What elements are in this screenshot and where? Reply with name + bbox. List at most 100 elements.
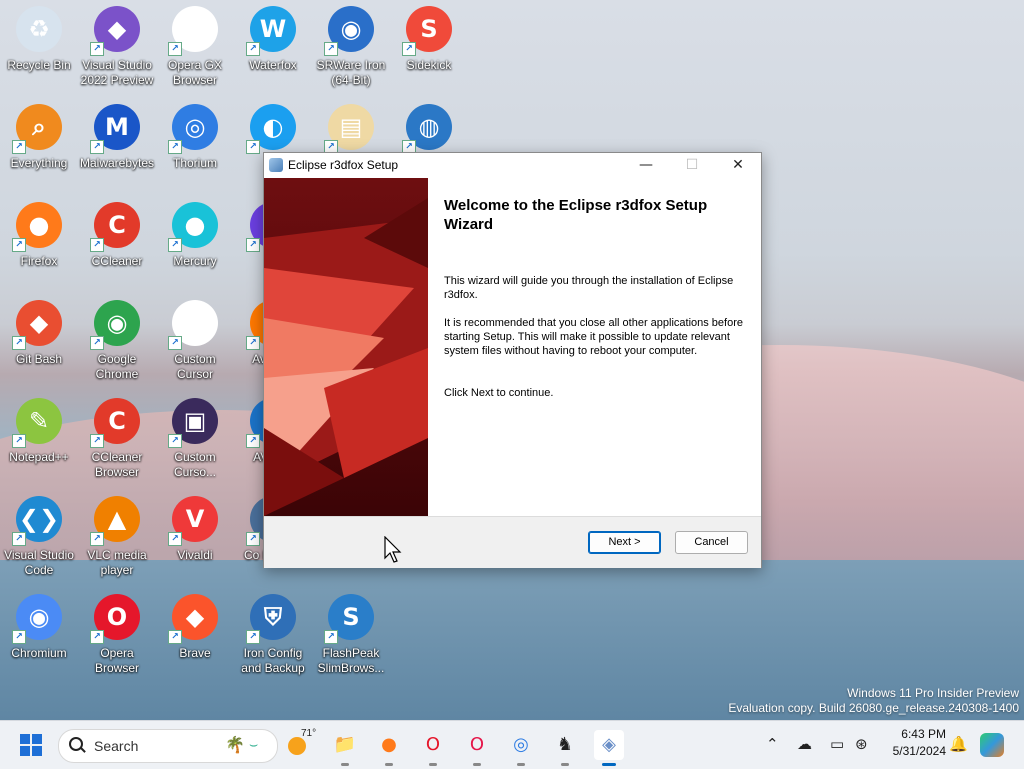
desktop-icon-iron-config-and-backup[interactable]: ⛨ ↗ Iron Config and Backup [234, 594, 312, 676]
taskbar-search[interactable]: Search 🌴 ⌣ [58, 729, 278, 763]
desktop-icon-label: Thorium [172, 156, 217, 170]
desktop-icon-label: CCleaner Browser [91, 450, 143, 479]
shortcut-arrow-icon: ↗ [12, 630, 26, 644]
running-indicator [561, 763, 569, 766]
title-bar[interactable]: Eclipse r3dfox Setup — ☐ ✕ [264, 153, 761, 178]
wizard-banner-image [264, 178, 428, 516]
setup-icon: ◈ [602, 734, 616, 755]
desktop-icon-brave[interactable]: ◆ ↗ Brave [156, 594, 234, 661]
desktop-icon-ccleaner-browser[interactable]: C ↗ CCleaner Browser [78, 398, 156, 480]
custom-curso-icon: ▣ ↗ [168, 398, 218, 448]
desktop-icon-git-bash[interactable]: ◆ ↗ Git Bash [0, 300, 78, 367]
desktop-icon-opera-browser[interactable]: O ↗ Opera Browser [78, 594, 156, 676]
system-clock[interactable]: 6:43 PM 5/31/2024 [880, 726, 946, 760]
desktop-icon-visual-studio-code[interactable]: ❮❯ ↗ Visual Studio Code [0, 496, 78, 578]
waterfox-icon: W ↗ [246, 6, 296, 56]
chevron-up-icon[interactable]: ⌃ [766, 735, 779, 753]
shortcut-arrow-icon: ↗ [90, 630, 104, 644]
desktop-icon-mercury[interactable]: ● ↗ Mercury [156, 202, 234, 269]
taskbar-app-file-explorer[interactable]: 📁 [330, 730, 360, 766]
desktop-icon-custom-curso[interactable]: ▣ ↗ Custom Curso... [156, 398, 234, 480]
desktop-icon-label: Visual Studio 2022 Preview [80, 58, 154, 87]
firefox-icon: ● [381, 734, 397, 755]
shortcut-arrow-icon: ↗ [324, 630, 338, 644]
opera-browser-icon: O ↗ [90, 594, 140, 644]
wizard-continue-text: Click Next to continue. [444, 387, 554, 399]
copilot-icon[interactable] [980, 733, 1004, 757]
shortcut-arrow-icon: ↗ [168, 42, 182, 56]
opera-gx-icon: O [469, 734, 485, 755]
desktop-icon-google-chrome[interactable]: ◉ ↗ Google Chrome [78, 300, 156, 382]
mercury-icon: ● ↗ [168, 202, 218, 252]
shortcut-arrow-icon: ↗ [324, 42, 338, 56]
desktop-icon-custom-cursor[interactable]: ➤ ↗ Custom Cursor [156, 300, 234, 382]
sun-icon [288, 737, 306, 755]
desktop-icon-visual-studio-2022-preview[interactable]: ◆ ↗ Visual Studio 2022 Preview [78, 6, 156, 88]
desktop-icon-firefox[interactable]: ● ↗ Firefox [0, 202, 78, 269]
custom-cursor-icon: ➤ ↗ [168, 300, 218, 350]
desktop-icon-flashpeak-slimbrows[interactable]: S ↗ FlashPeak SlimBrows... [312, 594, 390, 676]
google-chrome-icon: ◉ ↗ [90, 300, 140, 350]
opera-icon: O [425, 734, 441, 755]
shortcut-arrow-icon: ↗ [168, 140, 182, 154]
watermark-line2: Evaluation copy. Build 26080.ge_release.… [728, 701, 1019, 715]
taskbar-app-opera[interactable]: O [418, 730, 448, 766]
weather-widget[interactable]: 71° [288, 728, 317, 757]
lib-icon: ◐ ↗ [246, 104, 296, 154]
desktop-icon-everything[interactable]: ⌕ ↗ Everything [0, 104, 78, 171]
desktop-icon-label: Opera Browser [94, 646, 139, 675]
desktop-icon-chromium[interactable]: ◉ ↗ Chromium [0, 594, 78, 661]
taskbar-app-opera-gx[interactable]: O [462, 730, 492, 766]
setup-window[interactable]: Eclipse r3dfox Setup — ☐ ✕ Welcome to th… [263, 152, 762, 568]
shortcut-arrow-icon: ↗ [246, 630, 260, 644]
shortcut-arrow-icon: ↗ [246, 336, 260, 350]
start-button[interactable] [20, 734, 42, 756]
clock-time: 6:43 PM [901, 727, 946, 741]
close-button[interactable]: ✕ [715, 153, 761, 178]
desktop-icon-sidekick[interactable]: S ↗ Sidekick [390, 6, 468, 73]
shortcut-arrow-icon: ↗ [12, 140, 26, 154]
desktop-icon-ccleaner[interactable]: C ↗ CCleaner [78, 202, 156, 269]
desktop-icon-waterfox[interactable]: W ↗ Waterfox [234, 6, 312, 73]
minimize-button[interactable]: — [623, 153, 669, 178]
shortcut-arrow-icon: ↗ [90, 336, 104, 350]
taskbar-app-setup[interactable]: ◈ [594, 730, 624, 766]
running-indicator [473, 763, 481, 766]
search-icon [69, 737, 83, 751]
desktop-icon-app[interactable]: ▤ ↗ [312, 104, 390, 156]
display-icon[interactable]: ▭ [830, 735, 844, 753]
desktop-icon-malwarebytes[interactable]: M ↗ Malwarebytes [78, 104, 156, 171]
desktop-icon-srware-iron-64-bit[interactable]: ◉ ↗ SRWare Iron (64-Bit) [312, 6, 390, 88]
desktop-icon-recycle-bin[interactable]: ♻ Recycle Bin [0, 6, 78, 73]
wizard-content: Welcome to the Eclipse r3dfox Setup Wiza… [428, 178, 761, 516]
desktop-icon-label: Notepad++ [9, 450, 69, 464]
taskbar-app-librewolf[interactable]: ♞ [550, 730, 580, 766]
running-indicator [602, 763, 616, 766]
network-icon[interactable]: ⊛ [855, 735, 868, 753]
desktop-icon-app[interactable]: ◍ ↗ [390, 104, 468, 156]
desktop-icon-notepad[interactable]: ✎ ↗ Notepad++ [0, 398, 78, 465]
onedrive-offline-icon[interactable]: ☁ [797, 735, 812, 753]
shortcut-arrow-icon: ↗ [168, 238, 182, 252]
shortcut-arrow-icon: ↗ [246, 42, 260, 56]
everything-icon: ⌕ ↗ [12, 104, 62, 154]
running-indicator [341, 763, 349, 766]
desktop-icon-opera-gx-browser[interactable]: O ↗ Opera GX Browser [156, 6, 234, 88]
desktop-icon-label: SRWare Iron (64-Bit) [316, 58, 386, 87]
desktop-icon-vivaldi[interactable]: V ↗ Vivaldi [156, 496, 234, 563]
desktop-icon-vlc-media-player[interactable]: ▲ ↗ VLC media player [78, 496, 156, 578]
wizard-heading: Welcome to the Eclipse r3dfox Setup Wiza… [444, 197, 708, 233]
desktop-icon-label: Custom Curso... [173, 450, 216, 479]
cancel-button[interactable]: Cancel [675, 531, 748, 554]
desktop-icon-label: Malwarebytes [79, 156, 155, 170]
desktop-icon-label: Firefox [20, 254, 58, 268]
next-button[interactable]: Next > [588, 531, 661, 554]
notification-bell-icon[interactable]: 🔔 [949, 735, 968, 753]
desktop-icon-thorium[interactable]: ◎ ↗ Thorium [156, 104, 234, 171]
weather-temp: 71° [301, 728, 317, 739]
taskbar-app-thorium[interactable]: ◎ [506, 730, 536, 766]
wizard-footer: Next > Cancel [264, 516, 761, 568]
taskbar-app-firefox[interactable]: ● [374, 730, 404, 766]
desktop-icon-label: Opera GX Browser [167, 58, 223, 87]
maximize-button[interactable]: ☐ [669, 153, 715, 178]
